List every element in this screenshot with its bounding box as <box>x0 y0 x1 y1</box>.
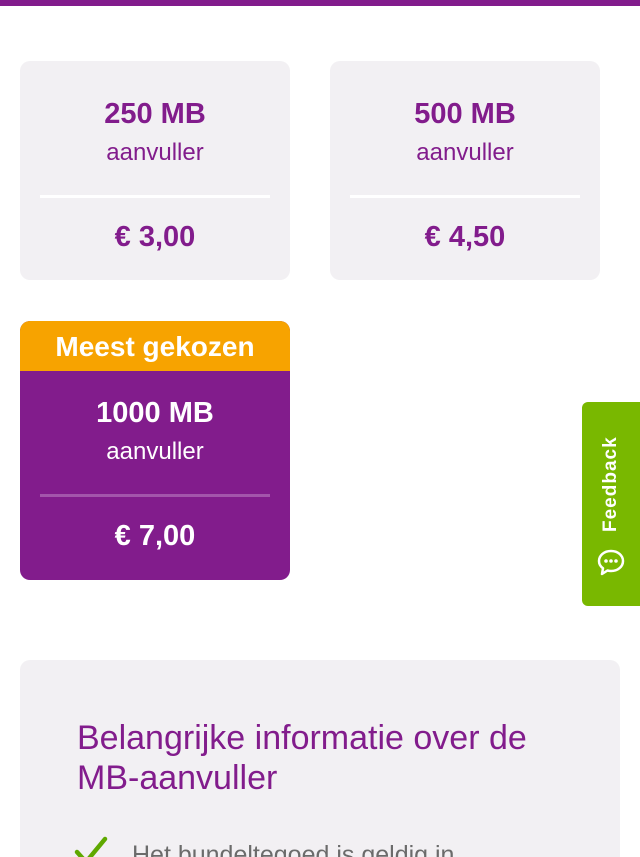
bundle-price: € 3,00 <box>114 221 196 253</box>
bundle-label: aanvuller <box>106 139 204 166</box>
bundle-label: aanvuller <box>416 139 514 166</box>
card-divider <box>350 195 580 198</box>
card-divider <box>40 195 270 198</box>
chat-bubble-icon <box>597 549 625 576</box>
bundle-size: 500 MB <box>414 98 516 130</box>
bundle-card-250mb[interactable]: 250 MB aanvuller € 3,00 <box>20 61 290 280</box>
checkmark-icon <box>74 836 108 857</box>
info-title: Belangrijke informatie over de MB-aanvul… <box>77 719 527 797</box>
bundle-size: 1000 MB <box>96 397 214 429</box>
top-accent-bar <box>0 0 640 6</box>
card-divider <box>40 494 270 497</box>
bundle-label: aanvuller <box>106 438 204 465</box>
bundle-size: 250 MB <box>104 98 206 130</box>
info-bullet: Het bundeltegoed is geldig in <box>132 841 455 857</box>
bundle-card-1000mb[interactable]: Meest gekozen 1000 MB aanvuller € 7,00 <box>20 321 290 580</box>
info-section: Belangrijke informatie over de MB-aanvul… <box>20 660 620 857</box>
feedback-label: Feedback <box>600 436 621 532</box>
feedback-tab[interactable]: Feedback <box>582 402 640 606</box>
most-chosen-badge: Meest gekozen <box>20 321 290 371</box>
bundle-price: € 7,00 <box>114 520 196 552</box>
bundle-price: € 4,50 <box>424 221 506 253</box>
bundle-card-500mb[interactable]: 500 MB aanvuller € 4,50 <box>330 61 600 280</box>
